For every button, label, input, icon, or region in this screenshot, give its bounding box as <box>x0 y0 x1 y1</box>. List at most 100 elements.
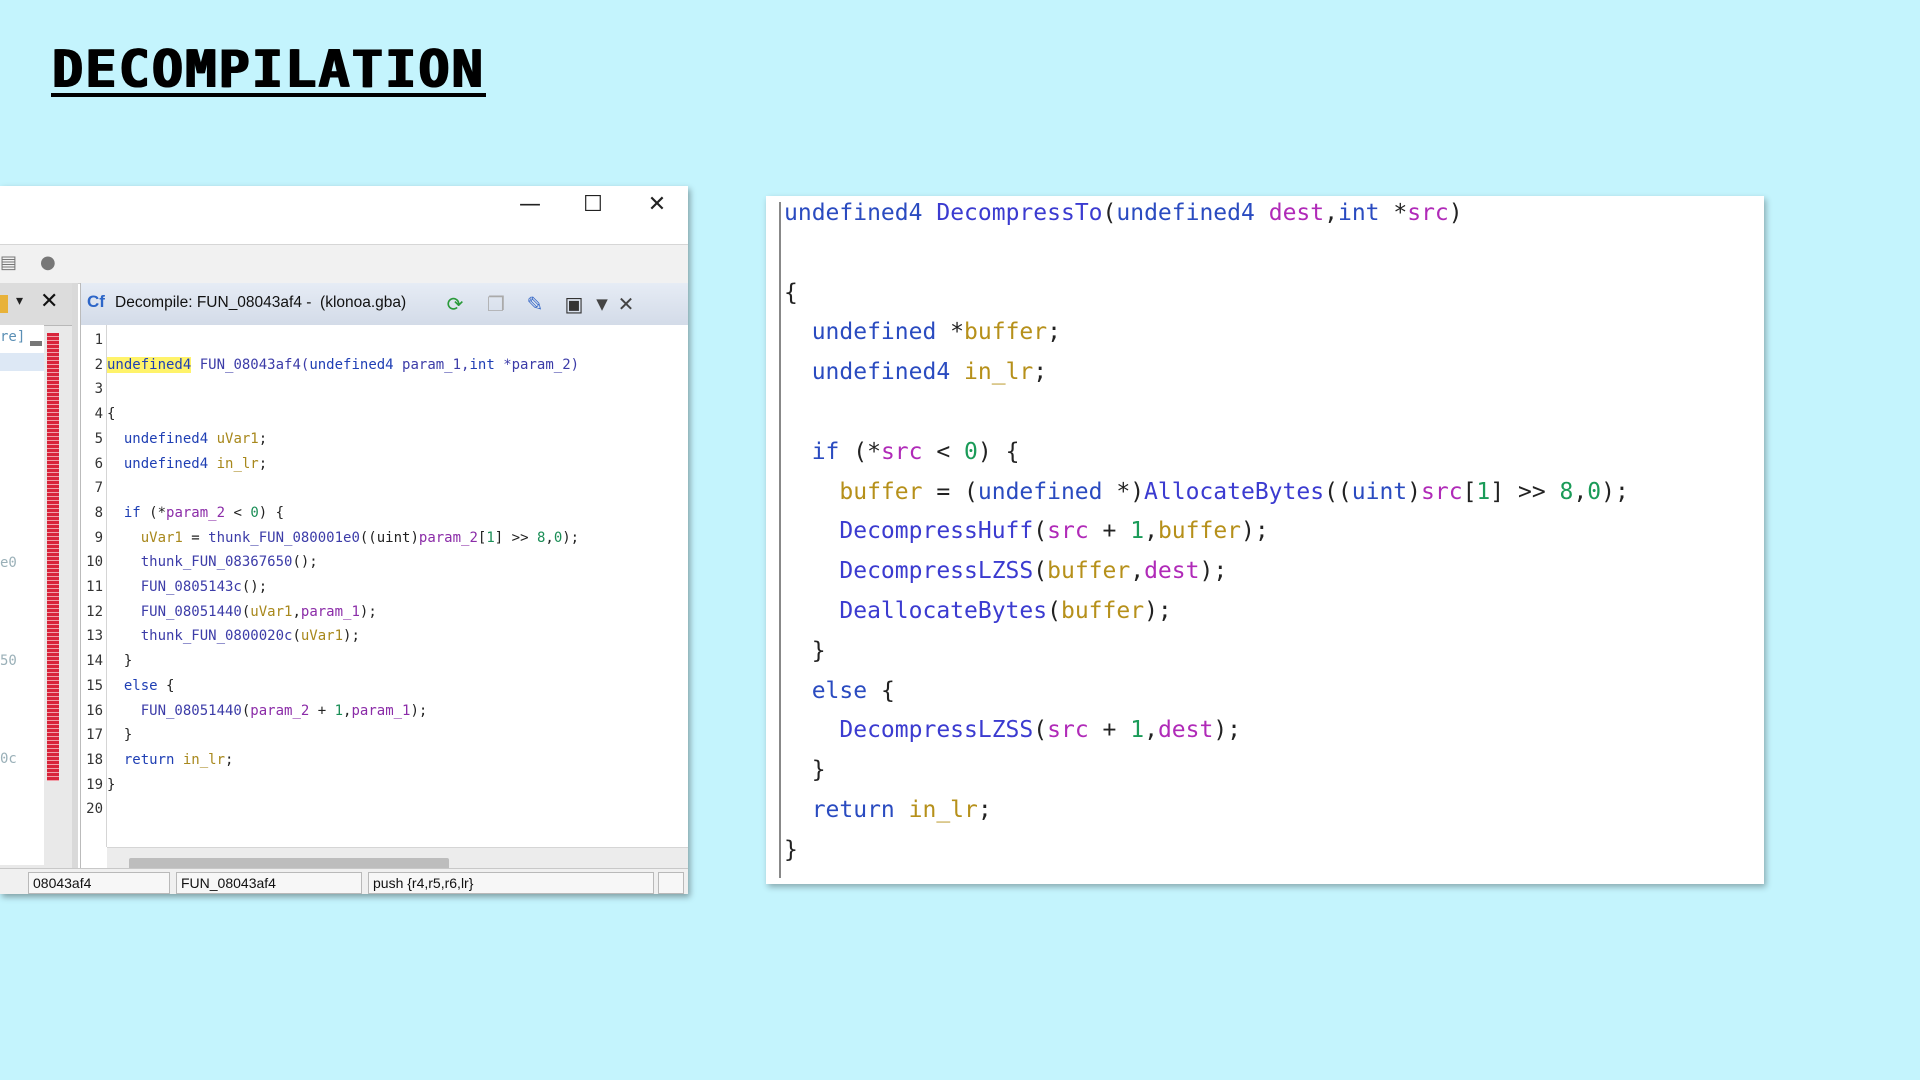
code-token: ); <box>343 628 360 645</box>
code-token: 1 <box>334 702 344 719</box>
code-line[interactable]: thunk_FUN_0800020c(uVar1); <box>107 628 360 644</box>
code-line[interactable]: return in_lr; <box>107 751 234 768</box>
code-line[interactable]: thunk_FUN_08367650(); <box>107 554 318 570</box>
decompiled-code[interactable]: undefined4 FUN_08043af4(undefined4 param… <box>107 325 688 847</box>
line-number: 16 <box>86 702 103 719</box>
code-token: ) { <box>977 438 1020 465</box>
code-token: src <box>1047 717 1089 744</box>
line-number: 18 <box>86 751 103 768</box>
copy-icon[interactable]: ❐ <box>483 291 509 317</box>
code-token: , <box>1144 518 1158 545</box>
printer-icon[interactable]: ▤ <box>0 253 20 273</box>
code-line[interactable]: undefined4 uVar1; <box>107 431 267 447</box>
code-token: ); <box>1601 478 1629 505</box>
code-token: ; <box>225 751 234 768</box>
line-number: 1 <box>94 332 103 348</box>
code-line[interactable]: FUN_08051440(uVar1,param_1); <box>107 604 377 620</box>
code-token: ); <box>1213 717 1242 744</box>
code-token: ((uint) <box>359 529 419 546</box>
code-token: 1 <box>486 529 495 546</box>
line-number: 7 <box>94 480 103 497</box>
code-token: ; <box>258 430 268 447</box>
code-token: buffer <box>964 319 1048 346</box>
main-toolbar: ▤ ● <box>0 244 688 284</box>
code-line: undefined4 in_lr; <box>784 359 1047 385</box>
code-token: * <box>1379 200 1408 226</box>
code-token: 1 <box>1130 717 1145 744</box>
overview-marker-bar[interactable] <box>47 333 59 781</box>
pane-divider[interactable] <box>72 283 78 879</box>
code-token: src <box>1421 478 1463 505</box>
chat-bubbles-icon[interactable]: ● <box>40 253 60 273</box>
code-token: ) { <box>258 504 285 521</box>
code-line[interactable]: undefined4 FUN_08043af4(undefined4 param… <box>107 356 579 373</box>
maximize-button[interactable]: ☐ <box>568 190 618 220</box>
decompile-tab[interactable]: Cf Decompile: FUN_08043af4 - (klonoa.gba… <box>81 283 688 326</box>
code-line[interactable]: } <box>107 777 115 793</box>
code-token: undefined <box>784 319 937 346</box>
code-line[interactable]: if (*param_2 < 0) { <box>107 505 284 521</box>
line-number: 8 <box>94 504 103 521</box>
code-token: FUN_08043af4( <box>191 356 310 373</box>
snapshot-icon[interactable]: ▣ <box>561 291 587 317</box>
code-line[interactable]: uVar1 = thunk_FUN_080001e0((uint)param_2… <box>107 530 579 546</box>
code-line: { <box>784 280 798 306</box>
dropdown-arrow-icon[interactable]: ▾ <box>16 293 23 309</box>
decompile-pane: Cf Decompile: FUN_08043af4 - (klonoa.gba… <box>80 283 688 880</box>
code-token: in_lr <box>174 751 226 768</box>
code-token: ); <box>410 702 428 719</box>
code-token: buffer <box>1060 598 1145 624</box>
close-pane-icon[interactable]: ✕ <box>40 289 58 314</box>
code-line: return in_lr; <box>784 797 992 823</box>
code-token: DecompressLZSS <box>839 558 1034 585</box>
line-number: 12 <box>86 603 103 620</box>
code-token: in_lr <box>908 797 978 823</box>
dropdown-arrow-icon[interactable]: ▼ <box>589 291 615 317</box>
close-button[interactable]: ✕ <box>632 190 682 220</box>
refresh-icon[interactable]: ⟳ <box>442 291 468 317</box>
code-token: = <box>182 529 209 546</box>
code-token: ); <box>359 603 377 620</box>
code-token: 0 <box>964 438 978 465</box>
code-token: undefined4 <box>107 430 209 447</box>
line-number: 11 <box>86 579 103 595</box>
minimize-button[interactable]: — <box>505 190 555 220</box>
code-line[interactable]: else { <box>107 678 175 694</box>
code-line[interactable]: FUN_0805143c(); <box>107 579 267 595</box>
code-token: DecompressHuff <box>839 518 1034 545</box>
code-line[interactable]: } <box>107 727 132 743</box>
code-token: ); <box>562 529 580 546</box>
code-token: param_2 <box>418 529 478 546</box>
listing-tab: ▾ ✕ <box>0 283 72 326</box>
status-extra <box>658 872 684 894</box>
code-token: *) <box>1102 478 1145 505</box>
code-token: { <box>867 677 895 704</box>
status-instruction: push {r4,r5,r6,lr} <box>368 872 654 894</box>
code-line[interactable]: { <box>107 406 115 422</box>
listing-pane: ▾ ✕ re] e0 50 0c <box>0 283 73 879</box>
edit-signature-icon[interactable]: ✎ <box>522 291 548 317</box>
code-token: ( <box>1033 558 1048 585</box>
close-pane-icon[interactable]: ✕ <box>613 291 639 317</box>
code-line[interactable]: undefined4 in_lr; <box>107 456 267 472</box>
line-number: 2 <box>94 356 103 373</box>
code-token: ); <box>1241 518 1269 545</box>
code-token: } <box>107 727 133 744</box>
window-titlebar: — ☐ ✕ <box>0 186 688 244</box>
ghidra-window: — ☐ ✕ ▤ ● ▾ ✕ re] e0 50 0c Cf Decompile:… <box>0 186 688 894</box>
status-address: 08043af4 <box>28 872 170 894</box>
code-line[interactable]: FUN_08051440(param_2 + 1,param_1); <box>107 702 428 719</box>
code-line: undefined4 DecompressTo(undefined4 dest,… <box>784 200 1463 226</box>
code-line: DecompressLZSS(src + 1,dest); <box>784 717 1241 743</box>
line-number: 4 <box>94 406 103 423</box>
code-token: int <box>469 356 495 373</box>
line-number: 9 <box>94 529 103 546</box>
line-number: 15 <box>86 677 103 694</box>
code-line: else { <box>784 678 895 704</box>
code-token: param_1, <box>393 356 470 373</box>
code-token: * <box>936 319 965 346</box>
code-line[interactable]: } <box>107 653 132 669</box>
code-token: } <box>784 836 798 863</box>
